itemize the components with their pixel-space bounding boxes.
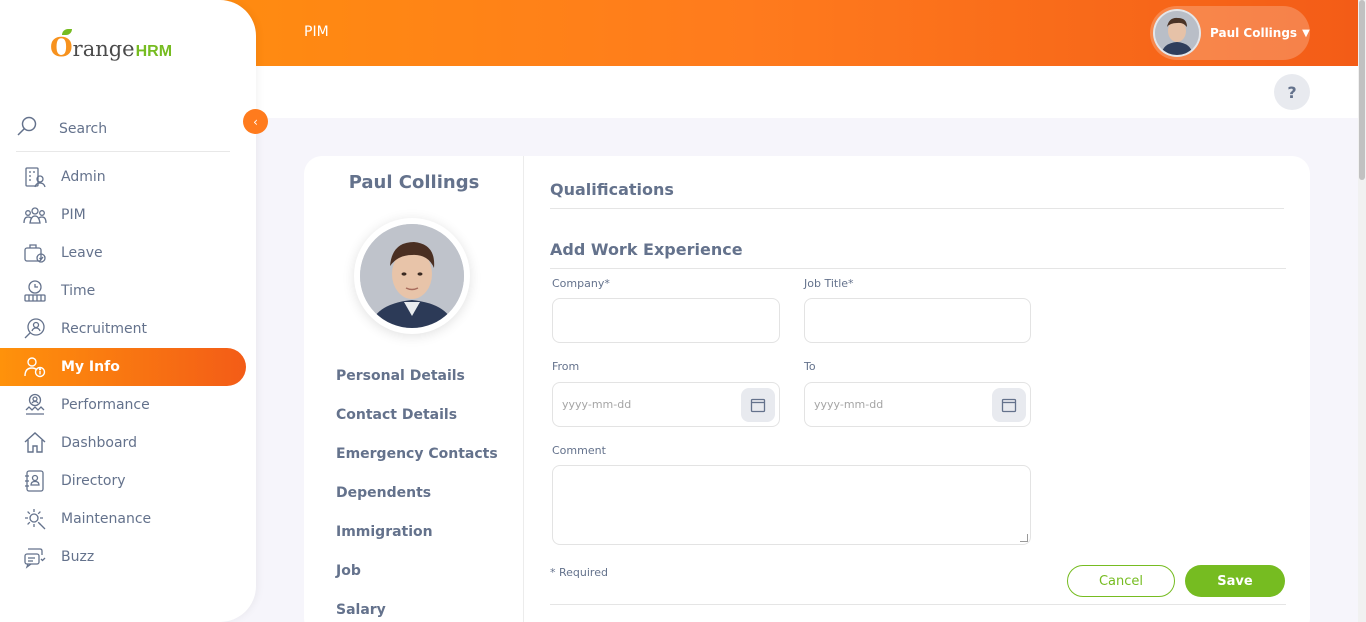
main-menu: Admin PIM Leave Time Recruitment My Info… xyxy=(0,158,256,576)
employee-name: Paul Collings xyxy=(348,172,480,193)
employee-avatar xyxy=(360,224,464,328)
module-title: PIM xyxy=(304,24,329,40)
chevron-left-icon: ‹ xyxy=(253,114,258,129)
maintenance-icon xyxy=(22,506,48,532)
tab-personal-details[interactable]: Personal Details xyxy=(336,356,498,395)
user-avatar xyxy=(1153,9,1201,57)
resize-handle-icon[interactable] xyxy=(1020,534,1028,542)
required-note: * Required xyxy=(550,566,608,579)
chevron-down-icon: ▼ xyxy=(1302,27,1310,39)
sidebar-item-maintenance[interactable]: Maintenance xyxy=(0,500,256,538)
job-title-field[interactable] xyxy=(804,298,1031,343)
tab-contact-details[interactable]: Contact Details xyxy=(336,395,498,434)
time-icon xyxy=(22,278,48,304)
user-name: Paul Collings xyxy=(1210,26,1298,40)
to-date-placeholder: yyyy-mm-dd xyxy=(814,398,884,411)
divider xyxy=(550,604,1286,605)
directory-icon xyxy=(22,468,48,494)
sidebar-search[interactable]: Search xyxy=(16,106,230,152)
comment-label: Comment xyxy=(552,444,606,457)
sidebar-item-performance[interactable]: Performance xyxy=(0,386,256,424)
page-scrollbar[interactable] xyxy=(1358,0,1366,622)
tab-dependents[interactable]: Dependents xyxy=(336,473,498,512)
scrollbar-thumb[interactable] xyxy=(1359,0,1365,180)
calendar-icon[interactable] xyxy=(992,388,1026,422)
company-label: Company* xyxy=(552,277,610,290)
sidebar-item-pim[interactable]: PIM xyxy=(0,196,256,234)
performance-icon xyxy=(22,392,48,418)
collapse-sidebar-button[interactable]: ‹ xyxy=(243,109,268,134)
save-button[interactable]: Save xyxy=(1185,565,1285,597)
tab-immigration[interactable]: Immigration xyxy=(336,512,498,551)
employee-photo[interactable] xyxy=(354,218,470,334)
my-info-icon xyxy=(22,354,48,380)
company-field[interactable] xyxy=(552,298,780,343)
tab-salary[interactable]: Salary xyxy=(336,590,498,622)
cancel-button[interactable]: Cancel xyxy=(1067,565,1175,597)
buzz-icon xyxy=(22,544,48,570)
search-icon xyxy=(16,116,38,142)
search-label: Search xyxy=(59,120,108,137)
admin-icon xyxy=(22,164,48,190)
sidebar-item-admin[interactable]: Admin xyxy=(0,158,256,196)
sidebar-item-directory[interactable]: Directory xyxy=(0,462,256,500)
sidebar-item-dashboard[interactable]: Dashboard xyxy=(0,424,256,462)
sidebar-item-my-info[interactable]: My Info xyxy=(0,348,246,386)
section-title: Qualifications xyxy=(550,180,1284,209)
sidebar-item-leave[interactable]: Leave xyxy=(0,234,256,272)
from-date-field[interactable]: yyyy-mm-dd xyxy=(552,382,780,427)
sub-header xyxy=(256,66,1358,118)
employee-card: Paul Collings Personal Details Contact D… xyxy=(304,156,1310,622)
calendar-icon[interactable] xyxy=(741,388,775,422)
employee-panel: Paul Collings Personal Details Contact D… xyxy=(304,156,524,622)
form-title: Add Work Experience xyxy=(550,240,1286,269)
tab-emergency-contacts[interactable]: Emergency Contacts xyxy=(336,434,498,473)
dashboard-icon xyxy=(22,430,48,456)
from-date-placeholder: yyyy-mm-dd xyxy=(562,398,632,411)
to-date-field[interactable]: yyyy-mm-dd xyxy=(804,382,1031,427)
recruitment-icon xyxy=(22,316,48,342)
sidebar-item-time[interactable]: Time xyxy=(0,272,256,310)
to-label: To xyxy=(804,360,816,373)
leave-icon xyxy=(22,240,48,266)
employee-tabs: Personal Details Contact Details Emergen… xyxy=(336,356,498,622)
tab-job[interactable]: Job xyxy=(336,551,498,590)
user-dropdown[interactable]: Paul Collings ▼ xyxy=(1150,6,1310,60)
sidebar-item-recruitment[interactable]: Recruitment xyxy=(0,310,256,348)
sidebar: OrangeHRM Search Admin PIM Leave Time R xyxy=(0,0,256,622)
comment-textarea[interactable] xyxy=(552,465,1031,545)
from-label: From xyxy=(552,360,580,373)
sidebar-item-buzz[interactable]: Buzz xyxy=(0,538,256,576)
orangehrm-logo: Orange HRM xyxy=(50,29,172,63)
help-button[interactable]: ? xyxy=(1274,74,1310,110)
pim-icon xyxy=(22,202,48,228)
job-title-label: Job Title* xyxy=(804,277,854,290)
